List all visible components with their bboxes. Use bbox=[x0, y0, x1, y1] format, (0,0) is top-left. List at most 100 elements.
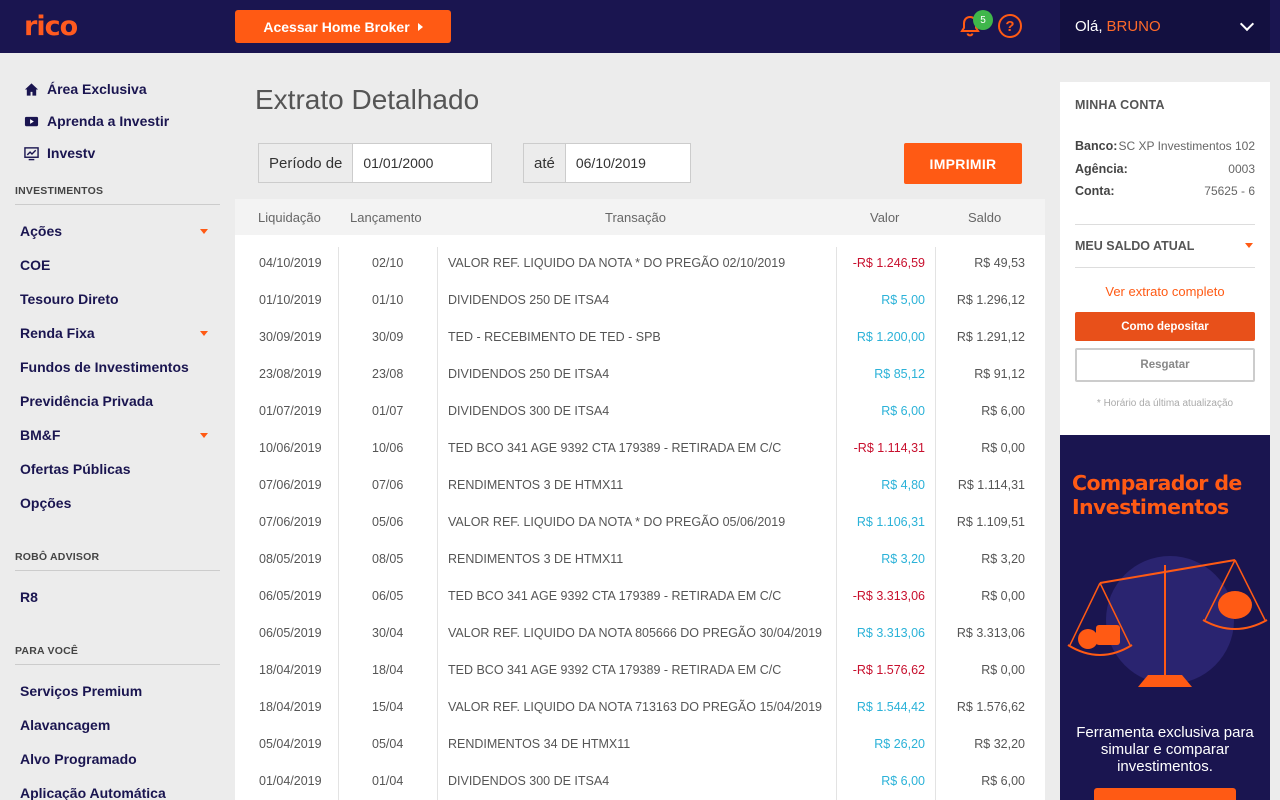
cell-saldo: R$ 1.291,12 bbox=[956, 330, 1025, 344]
cell-liquidacao: 07/06/2019 bbox=[259, 478, 322, 492]
nav-label: COE bbox=[20, 257, 51, 273]
cell-valor: R$ 3.313,06 bbox=[856, 626, 925, 640]
user-menu[interactable]: Olá, BRUNO bbox=[1060, 0, 1270, 53]
divider bbox=[1075, 224, 1255, 225]
nav-label: Opções bbox=[20, 495, 72, 511]
account-row: Conta: 75625 - 6 bbox=[1075, 184, 1255, 198]
cell-transacao: VALOR REF. LIQUIDO DA NOTA 713163 DO PRE… bbox=[448, 700, 823, 714]
cell-saldo: R$ 1.296,12 bbox=[956, 293, 1025, 307]
sidebar-item-tesouro[interactable]: Tesouro Direto bbox=[20, 291, 210, 307]
col-saldo: Saldo bbox=[968, 210, 1002, 225]
cell-saldo: R$ 49,53 bbox=[974, 256, 1025, 270]
last-update-note: * Horário da última atualização bbox=[1096, 398, 1234, 409]
cell-lancamento: 01/04 bbox=[372, 774, 404, 788]
deposit-button[interactable]: Como depositar bbox=[1075, 312, 1255, 341]
balance-toggle[interactable]: MEU SALDO ATUAL bbox=[1075, 239, 1255, 253]
account-card: MINHA CONTA Banco: SC XP Investimentos 1… bbox=[1060, 82, 1270, 435]
table-row: 18/04/2019 15/04 VALOR REF. LIQUIDO DA NOT… bbox=[235, 690, 1045, 727]
sidebar-item-fundos[interactable]: Fundos de Investimentos bbox=[20, 359, 210, 375]
sidebar-link-area-exclusiva[interactable]: Área Exclusiva bbox=[24, 81, 147, 97]
cell-transacao: TED - RECEBIMENTO DE TED - SPB bbox=[448, 330, 661, 344]
sidebar-item-bmf[interactable]: BM&F bbox=[20, 427, 210, 443]
cell-lancamento: 01/10 bbox=[372, 293, 404, 307]
cell-saldo: R$ 6,00 bbox=[981, 404, 1025, 418]
account-title: MINHA CONTA bbox=[1075, 98, 1165, 112]
full-statement-link[interactable]: Ver extrato completo bbox=[1075, 284, 1255, 299]
period-from-label: Período de bbox=[259, 144, 354, 182]
sidebar-item-previdencia[interactable]: Previdência Privada bbox=[20, 393, 210, 409]
table-row: 01/07/2019 01/07 DIVIDENDOS 300 DE ITSA4 R$… bbox=[235, 394, 1045, 431]
cell-lancamento: 02/10 bbox=[372, 256, 404, 270]
user-name: BRUNO bbox=[1106, 18, 1161, 35]
cell-liquidacao: 04/10/2019 bbox=[259, 256, 322, 270]
cell-lancamento: 18/04 bbox=[372, 663, 404, 677]
sidebar-item-acoes[interactable]: Ações bbox=[20, 223, 210, 239]
period-to-input[interactable]: 06/10/2019 bbox=[566, 144, 656, 182]
table-row: 30/09/2019 30/09 TED - RECEBIMENTO DE TED … bbox=[235, 320, 1045, 357]
sidebar-link-investv[interactable]: Investv bbox=[24, 145, 95, 161]
cell-valor: R$ 5,00 bbox=[881, 293, 925, 307]
cell-lancamento: 06/05 bbox=[372, 589, 404, 603]
cell-transacao: VALOR REF. LIQUIDO DA NOTA * DO PREGÃO 0… bbox=[448, 515, 786, 529]
cell-valor: R$ 6,00 bbox=[881, 774, 925, 788]
print-button[interactable]: IMPRIMIR bbox=[904, 143, 1022, 184]
withdraw-button[interactable]: Resgatar bbox=[1075, 348, 1255, 382]
table-row: 18/04/2019 18/04 TED BCO 341 AGE 9392 CTA … bbox=[235, 653, 1045, 690]
cell-saldo: R$ 1.576,62 bbox=[956, 700, 1025, 714]
cell-saldo: R$ 91,12 bbox=[974, 367, 1025, 381]
promo-title: Comparador de Investimentos bbox=[1072, 471, 1242, 519]
cell-transacao: RENDIMENTOS 3 DE HTMX11 bbox=[448, 478, 624, 492]
sidebar-item-aplicacao-automatica[interactable]: Aplicação Automática bbox=[20, 785, 210, 800]
home-broker-button[interactable]: Acessar Home Broker bbox=[235, 10, 451, 43]
sidebar-item-alavancagem[interactable]: Alavancagem bbox=[20, 717, 210, 733]
period-to-field[interactable]: até 06/10/2019 bbox=[523, 143, 691, 183]
promo-button[interactable] bbox=[1094, 788, 1236, 800]
cell-valor: R$ 3,20 bbox=[881, 552, 925, 566]
cell-valor: R$ 4,80 bbox=[881, 478, 925, 492]
section-para-voce: PARA VOCÊ bbox=[15, 645, 220, 665]
cell-liquidacao: 23/08/2019 bbox=[259, 367, 322, 381]
period-to-label: até bbox=[524, 144, 566, 182]
cell-liquidacao: 07/06/2019 bbox=[259, 515, 322, 529]
sidebar-item-opcoes[interactable]: Opções bbox=[20, 495, 210, 511]
sidebar-link-aprenda[interactable]: Aprenda a Investir bbox=[24, 113, 169, 129]
bank-value: SC XP Investimentos 102 bbox=[1118, 139, 1255, 153]
nav-label: Serviços Premium bbox=[20, 683, 143, 699]
rico-logo[interactable]: rico bbox=[24, 11, 78, 42]
comparador-banner[interactable]: Comparador de Investimentos Ferramenta e… bbox=[1060, 435, 1270, 800]
home-broker-label: Acessar Home Broker bbox=[263, 18, 410, 35]
nav-label: Ações bbox=[20, 223, 63, 239]
nav-label: Aplicação Automática bbox=[20, 785, 166, 800]
cell-liquidacao: 01/07/2019 bbox=[259, 404, 322, 418]
cell-valor: -R$ 1.576,62 bbox=[852, 663, 925, 677]
cell-saldo: R$ 0,00 bbox=[981, 589, 1025, 603]
scale-illustration-icon bbox=[1067, 556, 1268, 687]
sidebar-item-servicos-premium[interactable]: Serviços Premium bbox=[20, 683, 210, 699]
sidebar-item-r8[interactable]: R8 bbox=[20, 589, 210, 605]
nav-label: Ofertas Públicas bbox=[20, 461, 131, 477]
cell-saldo: R$ 0,00 bbox=[981, 663, 1025, 677]
cell-transacao: DIVIDENDOS 300 DE ITSA4 bbox=[448, 774, 610, 788]
cell-saldo: R$ 1.114,31 bbox=[957, 478, 1025, 492]
table-row: 08/05/2019 08/05 RENDIMENTOS 3 DE HTMX11 R$… bbox=[235, 542, 1045, 579]
cell-lancamento: 08/05 bbox=[372, 552, 404, 566]
nav-label: Alavancagem bbox=[20, 717, 111, 733]
bank-row: Banco: SC XP Investimentos 102 bbox=[1075, 139, 1255, 153]
sidebar-item-alvo-programado[interactable]: Alvo Programado bbox=[20, 751, 210, 767]
sidebar-item-renda-fixa[interactable]: Renda Fixa bbox=[20, 325, 210, 341]
table-row: 10/06/2019 10/06 TED BCO 341 AGE 9392 CTA … bbox=[235, 431, 1045, 468]
promo-text: Ferramenta exclusiva para simular e comp… bbox=[1076, 724, 1254, 775]
period-from-field[interactable]: Período de 01/01/2000 bbox=[258, 143, 492, 183]
agency-row: Agência: 0003 bbox=[1075, 162, 1255, 176]
chevron-down-icon bbox=[200, 331, 208, 336]
cell-liquidacao: 18/04/2019 bbox=[259, 700, 322, 714]
period-from-input[interactable]: 01/01/2000 bbox=[353, 144, 443, 182]
cell-transacao: TED BCO 341 AGE 9392 CTA 179389 - RETIRA… bbox=[448, 663, 782, 677]
notification-badge: 5 bbox=[973, 10, 993, 30]
sidebar-item-coe[interactable]: COE bbox=[20, 257, 210, 273]
cell-lancamento: 15/04 bbox=[372, 700, 404, 714]
help-icon[interactable]: ? bbox=[998, 14, 1022, 38]
video-icon bbox=[24, 116, 39, 126]
sidebar-item-ofertas[interactable]: Ofertas Públicas bbox=[20, 461, 210, 477]
cell-valor: -R$ 1.246,59 bbox=[852, 256, 925, 270]
